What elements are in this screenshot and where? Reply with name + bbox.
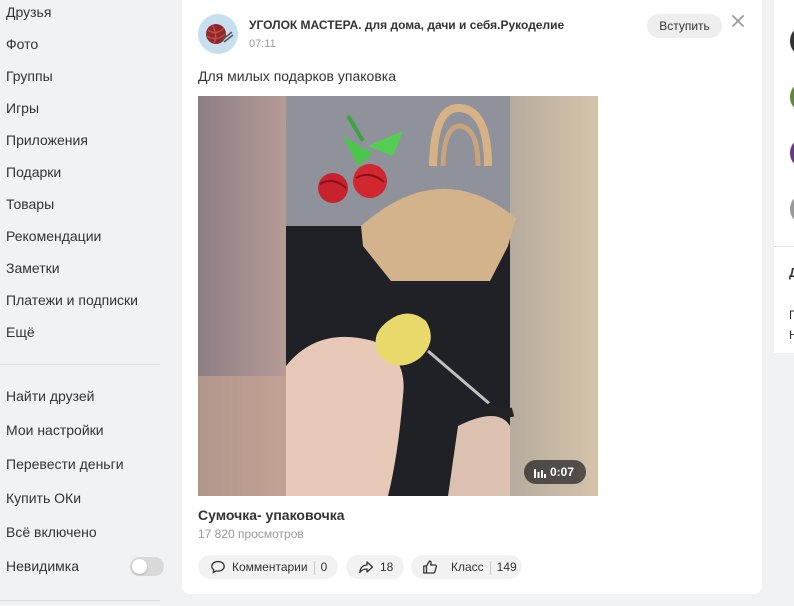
nav-item-apps[interactable]: Приложения [0, 128, 170, 160]
share-arrow-icon [359, 561, 374, 574]
comments-button[interactable]: Комментарии 0 [198, 555, 338, 579]
comments-count: 0 [320, 560, 328, 574]
close-icon[interactable] [731, 14, 745, 28]
nav-item-gifts[interactable]: Подарки [0, 160, 170, 192]
right-heading-fragment: Д [789, 265, 794, 280]
comment-icon [211, 560, 225, 574]
nav-item-photos[interactable]: Фото [0, 32, 170, 64]
yarn-ball-icon [206, 24, 234, 44]
join-group-button[interactable]: Вступить [647, 14, 722, 38]
video-duration-text: 0:07 [550, 465, 575, 479]
nav-item-goods[interactable]: Товары [0, 192, 170, 224]
nav-divider-bottom [0, 600, 160, 601]
group-name-link[interactable]: УГОЛОК МАСТЕРА. для дома, дачи и себя.Ру… [249, 18, 564, 32]
right-avatar[interactable] [790, 140, 794, 166]
separator [489, 560, 491, 575]
like-button[interactable]: Класс 149 [411, 555, 522, 579]
right-avatar[interactable] [790, 196, 794, 222]
nav-item-recommendations[interactable]: Рекомендации [0, 224, 170, 256]
nav-item-transfer-money[interactable]: Перевести деньги [0, 452, 170, 486]
right-column: Д П Н [774, 0, 794, 353]
nav-item-buy-oks[interactable]: Купить ОКи [0, 486, 170, 520]
video-player[interactable]: 0:07 [198, 96, 598, 496]
nav-item-games[interactable]: Игры [0, 96, 170, 128]
video-views-count: 17 820 просмотров [198, 527, 304, 541]
feed-post-card: УГОЛОК МАСТЕРА. для дома, дачи и себя.Ру… [182, 0, 762, 594]
post-text: Для милых подарков упаковка [198, 68, 396, 84]
thumbs-up-icon [423, 560, 438, 574]
nav-item-more[interactable]: Ещё [0, 320, 170, 352]
toggle-knob [132, 559, 147, 574]
invisible-toggle[interactable] [130, 557, 164, 576]
nav-item-find-friends[interactable]: Найти друзей [0, 384, 170, 418]
audio-bars-icon [534, 469, 546, 478]
right-divider [774, 246, 794, 247]
nav-item-groups[interactable]: Группы [0, 64, 170, 96]
post-timestamp: 07:11 [249, 38, 276, 50]
right-avatar[interactable] [790, 84, 794, 110]
nav-item-settings[interactable]: Мои настройки [0, 418, 170, 452]
share-count: 18 [380, 560, 394, 574]
right-avatar[interactable] [790, 28, 794, 54]
nav-item-all-inclusive[interactable]: Всё включено [0, 520, 170, 554]
nav-item-friends[interactable]: Друзья [0, 0, 170, 32]
nav-divider [0, 364, 160, 365]
right-text-fragment: П [789, 308, 794, 322]
share-button[interactable]: 18 [346, 555, 404, 579]
nav-item-payments[interactable]: Платежи и подписки [0, 288, 170, 320]
group-avatar[interactable] [198, 14, 238, 54]
separator [313, 560, 315, 575]
like-label: Класс [451, 560, 484, 574]
video-title[interactable]: Сумочка- упаковочка [198, 507, 345, 523]
right-text-fragment: Н [789, 328, 794, 342]
nav-item-notes[interactable]: Заметки [0, 256, 170, 288]
video-duration-badge: 0:07 [524, 460, 586, 484]
video-thumbnail [198, 96, 598, 496]
nav-main-list: Друзья Фото Группы Игры Приложения Подар… [0, 0, 170, 352]
comments-label: Комментарии [232, 560, 308, 574]
like-count: 149 [496, 560, 517, 574]
